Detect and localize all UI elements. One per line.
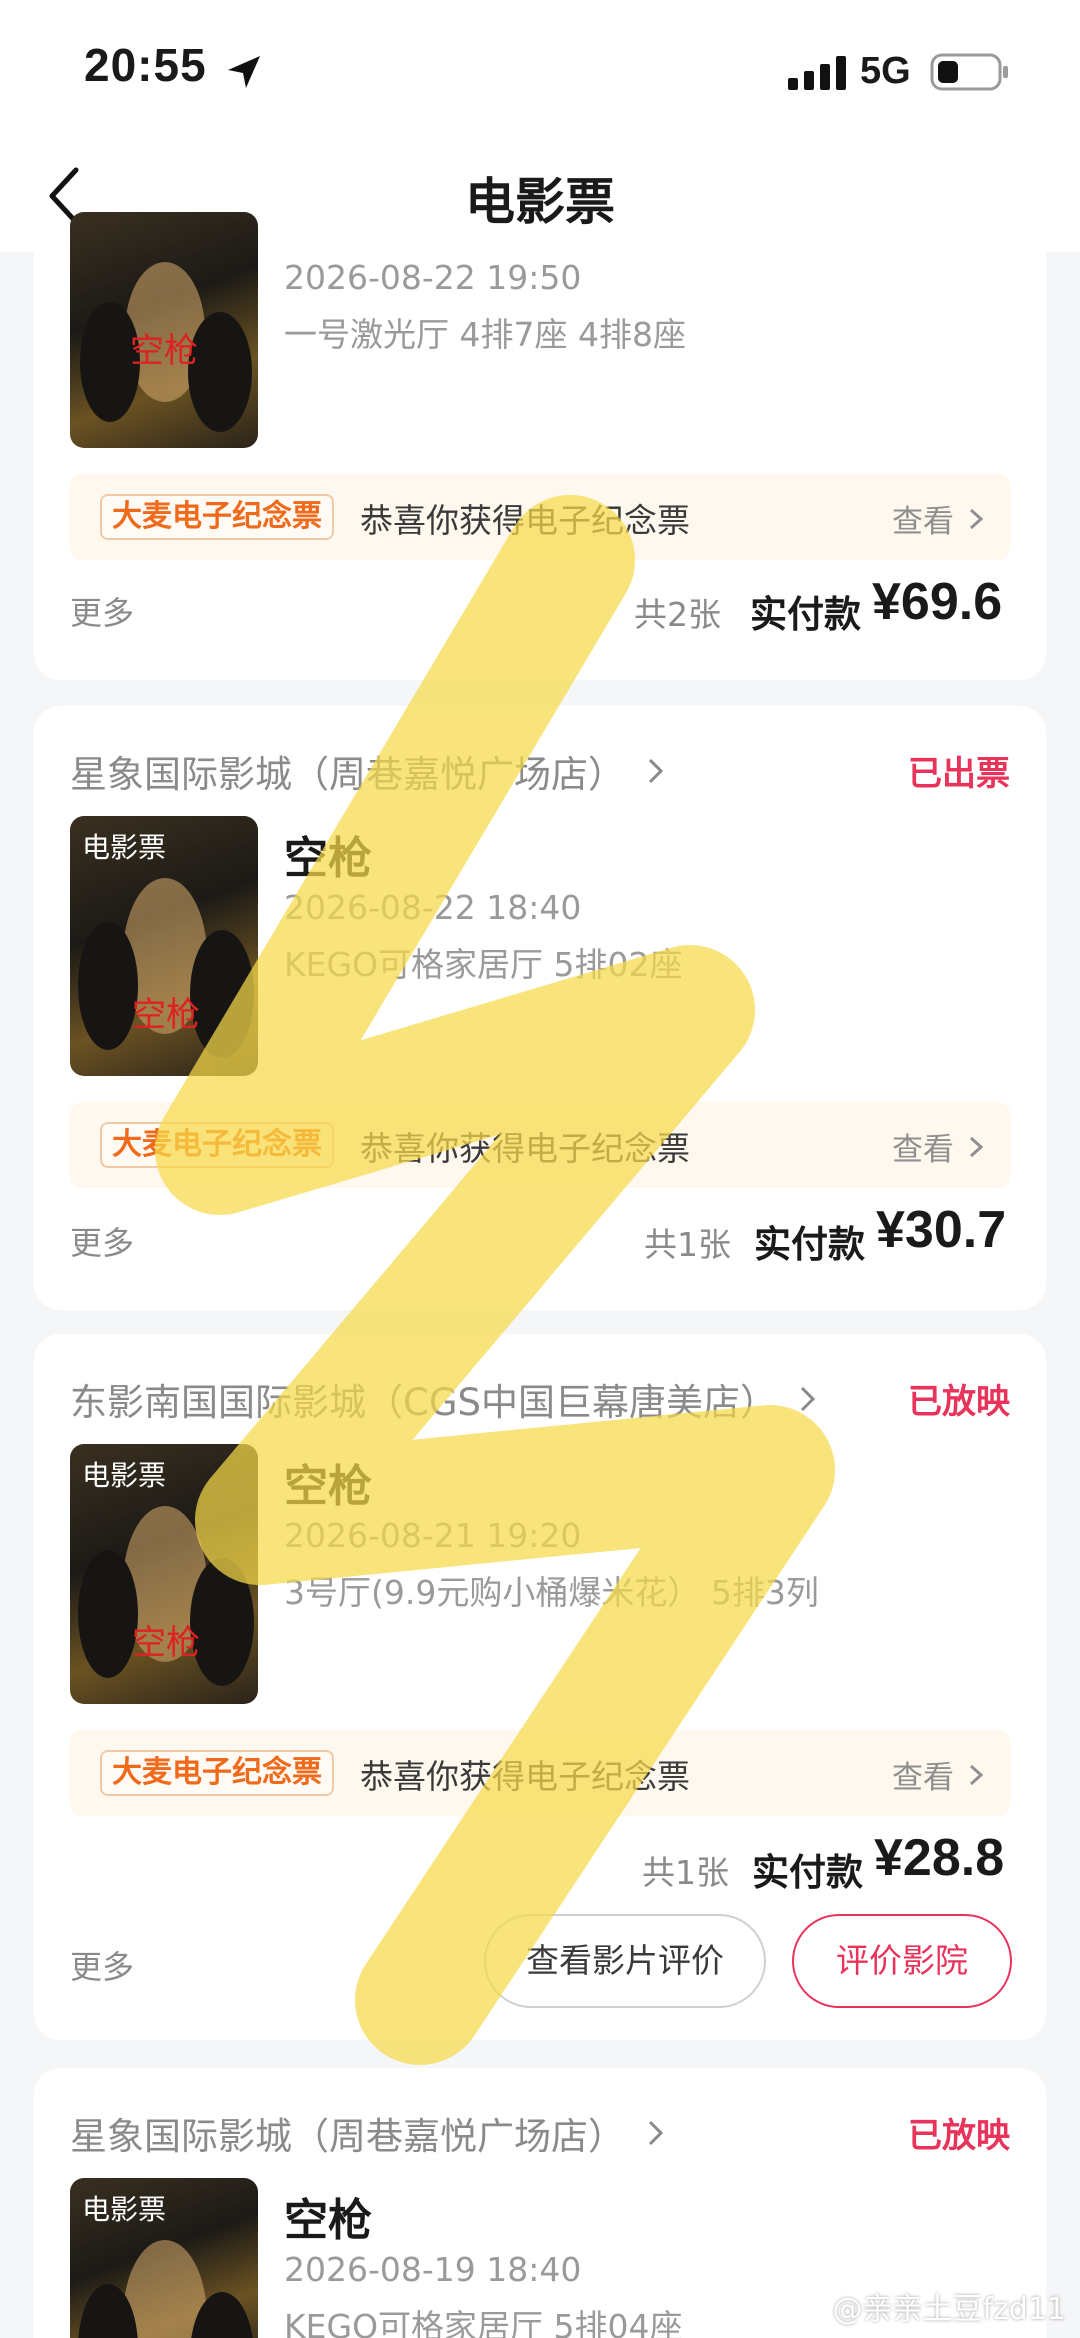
poster-tag: 电影票 <box>82 831 167 864</box>
movie-poster[interactable]: 电影票 <box>70 2178 258 2338</box>
poster-title-text: 空枪 <box>130 332 198 370</box>
cinema-name: 东影南国国际影城（CGS中国巨幕唐美店） <box>70 1381 777 1424</box>
view-link[interactable]: 查看 <box>892 496 984 541</box>
view-movie-review-button[interactable]: 查看影片评价 <box>484 1914 766 2008</box>
status-badge: 已出票 <box>908 754 1010 794</box>
movie-title: 空枪 <box>284 833 372 884</box>
view-label: 查看 <box>892 1132 954 1168</box>
weibo-icon <box>784 2291 822 2322</box>
cellular-signal-icon <box>788 56 846 90</box>
souvenir-ticket-bar[interactable]: 大麦电子纪念票 恭喜你获得电子纪念票 查看 <box>70 1730 1010 1816</box>
movie-poster[interactable]: 空枪 <box>70 212 258 448</box>
souvenir-ticket-bar[interactable]: 大麦电子纪念票 恭喜你获得电子纪念票 查看 <box>70 1102 1010 1188</box>
status-bar: 20:55 5G <box>0 0 1080 140</box>
chevron-right-icon <box>969 1764 984 1785</box>
souvenir-tag: 大麦电子纪念票 <box>100 1122 334 1168</box>
poster-tag: 电影票 <box>82 2193 167 2226</box>
cinema-name: 星象国际影城（周巷嘉悦广场店） <box>70 2115 625 2158</box>
status-time: 20:55 <box>84 39 207 91</box>
network-type: 5G <box>860 50 911 92</box>
chevron-right-icon <box>648 2120 664 2146</box>
status-badge: 已放映 <box>908 2116 1010 2156</box>
souvenir-tag: 大麦电子纪念票 <box>100 1750 334 1796</box>
souvenir-text: 恭喜你获得电子纪念票 <box>360 501 690 540</box>
seat-info: KEGO可格家居厅 5排02座 <box>284 945 683 984</box>
paid-label: 实付款 <box>752 1851 863 1894</box>
price: ¥30.7 <box>876 1201 1007 1259</box>
view-label: 查看 <box>892 1760 954 1796</box>
location-arrow-icon <box>228 56 260 88</box>
souvenir-tag: 大麦电子纪念票 <box>100 494 334 540</box>
poster-tag: 电影票 <box>82 1459 167 1492</box>
chevron-right-icon <box>648 758 664 784</box>
show-time: 2026-08-21 19:20 <box>284 1516 582 1555</box>
souvenir-text: 恭喜你获得电子纪念票 <box>360 1129 690 1168</box>
movie-title: 空枪 <box>284 2195 372 2246</box>
status-badge: 已放映 <box>908 1382 1010 1422</box>
paid-label: 实付款 <box>750 593 861 636</box>
movie-poster[interactable]: 空枪 电影票 <box>70 816 258 1076</box>
rate-cinema-button[interactable]: 评价影院 <box>792 1914 1012 2008</box>
ticket-count: 共2张 <box>634 595 721 634</box>
paid-label: 实付款 <box>754 1223 865 1266</box>
seat-info: 3号厅(9.9元购小桶爆米花） 5排3列 <box>284 1573 819 1612</box>
cinema-name: 星象国际影城（周巷嘉悦广场店） <box>70 753 625 796</box>
poster-artwork: 空枪 <box>80 262 252 432</box>
ticket-count: 共1张 <box>644 1225 731 1264</box>
watermark: @亲亲土豆fzd11 <box>784 2284 1066 2328</box>
cinema-link[interactable]: 星象国际影城（周巷嘉悦广场店） <box>70 2108 667 2158</box>
view-link[interactable]: 查看 <box>892 1124 984 1169</box>
ticket-count: 共1张 <box>642 1853 729 1892</box>
souvenir-ticket-bar[interactable]: 大麦电子纪念票 恭喜你获得电子纪念票 查看 <box>70 474 1010 560</box>
order-card[interactable]: 空枪 2026-08-22 19:50 一号激光厅 4排7座 4排8座 大麦电子… <box>34 212 1046 680</box>
watermark-text: @亲亲土豆fzd11 <box>832 2292 1066 2327</box>
more-button[interactable]: 更多 <box>70 1218 134 1264</box>
more-button[interactable]: 更多 <box>70 588 134 634</box>
seat-info: 一号激光厅 4排7座 4排8座 <box>284 315 686 354</box>
cinema-link[interactable]: 东影南国国际影城（CGS中国巨幕唐美店） <box>70 1374 819 1424</box>
chevron-right-icon <box>969 1136 984 1157</box>
more-button[interactable]: 更多 <box>70 1942 134 1988</box>
price: ¥28.8 <box>874 1829 1005 1887</box>
view-label: 查看 <box>892 504 954 540</box>
movie-poster[interactable]: 空枪 电影票 <box>70 1444 258 1704</box>
show-time: 2026-08-19 18:40 <box>284 2250 582 2289</box>
price: ¥69.6 <box>872 573 1003 631</box>
order-card[interactable]: 星象国际影城（周巷嘉悦广场店） 已出票 空枪 电影票 空枪 2026-08-22… <box>34 706 1046 1310</box>
chevron-right-icon <box>969 508 984 529</box>
show-time: 2026-08-22 18:40 <box>284 888 582 927</box>
seat-info: KEGO可格家居厅 5排04座 <box>284 2307 683 2338</box>
order-card[interactable]: 东影南国国际影城（CGS中国巨幕唐美店） 已放映 空枪 电影票 空枪 2026-… <box>34 1334 1046 2040</box>
souvenir-text: 恭喜你获得电子纪念票 <box>360 1757 690 1796</box>
view-link[interactable]: 查看 <box>892 1752 984 1797</box>
poster-title-text: 空枪 <box>132 996 200 1034</box>
battery-icon <box>930 53 1008 91</box>
poster-title-text: 空枪 <box>132 1624 200 1662</box>
show-time: 2026-08-22 19:50 <box>284 258 582 297</box>
chevron-right-icon <box>800 1386 816 1412</box>
movie-title: 空枪 <box>284 1461 372 1512</box>
cinema-link[interactable]: 星象国际影城（周巷嘉悦广场店） <box>70 746 667 796</box>
